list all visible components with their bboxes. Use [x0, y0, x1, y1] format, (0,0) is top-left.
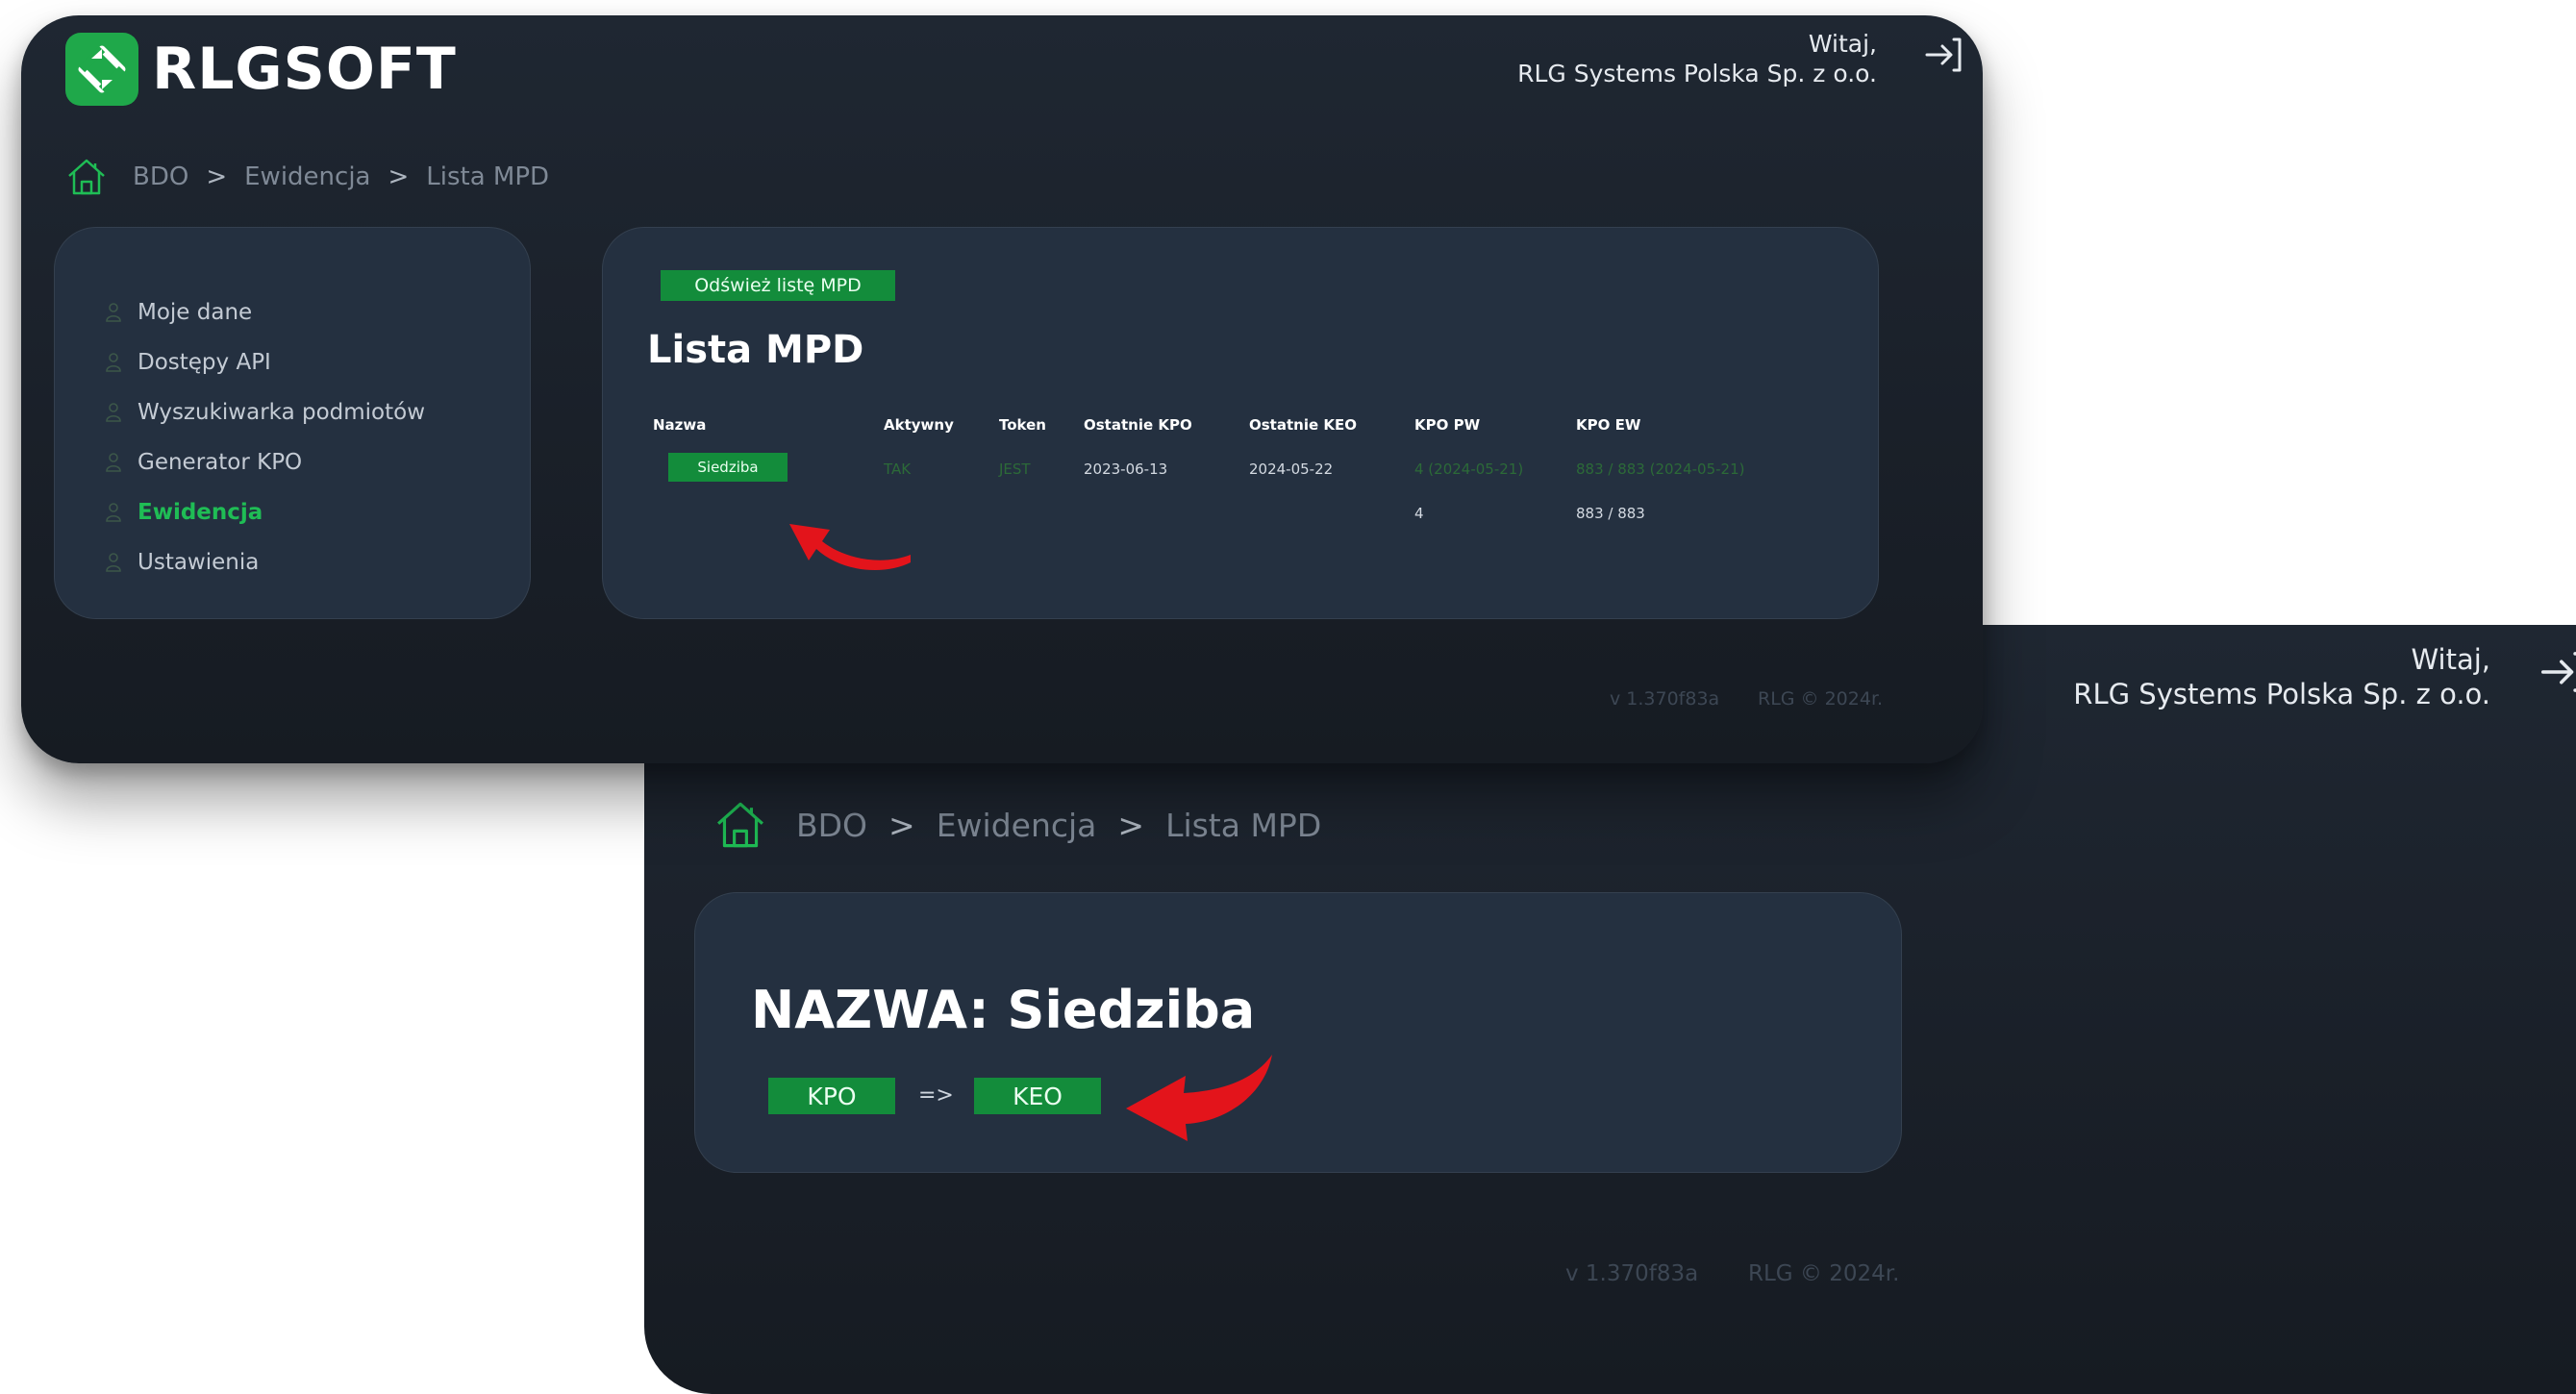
sidebar-item-label: Dostępy API — [138, 350, 271, 375]
mpd-detail-panel: NAZWA: Siedziba KPO => KEO — [694, 892, 1902, 1173]
home-icon[interactable] — [713, 798, 767, 852]
breadcrumb-bdo[interactable]: BDO — [133, 162, 188, 191]
version-label: v 1.370f83a — [1565, 1261, 1699, 1286]
summary-kpo-pw: 4 — [1414, 505, 1424, 522]
rlgsoft-logo[interactable]: RLGSOFT — [65, 33, 457, 106]
sidebar-item-generator-kpo[interactable]: Generator KPO — [103, 437, 425, 487]
breadcrumb-bdo[interactable]: BDO — [796, 807, 867, 844]
col-header-token: Token — [999, 416, 1046, 434]
breadcrumb: BDO > Ewidencja > Lista MPD — [65, 156, 549, 198]
user-icon — [103, 452, 124, 473]
cell-kpo-pw: 4 (2024-05-21) — [1414, 461, 1524, 478]
sidebar-item-ewidencja[interactable]: Ewidencja — [103, 487, 425, 537]
sidebar-item-dostepy-api[interactable]: Dostępy API — [103, 337, 425, 387]
kpo-keo-arrow: => — [918, 1083, 954, 1108]
cell-token: JEST — [999, 461, 1031, 478]
cell-ostatnie-keo: 2024-05-22 — [1249, 461, 1334, 478]
breadcrumb-separator: > — [206, 162, 228, 191]
sidebar-item-label: Wyszukiwarka podmiotów — [138, 400, 426, 425]
col-header-ostatnie-kpo: Ostatnie KPO — [1084, 416, 1192, 434]
logout-icon[interactable] — [2538, 648, 2576, 704]
sidebar-item-ustawienia[interactable]: Ustawienia — [103, 537, 425, 587]
user-greeting: Witaj, RLG Systems Polska Sp. z o.o. — [2073, 642, 2490, 711]
sidebar-item-label: Moje dane — [138, 300, 253, 325]
logout-icon[interactable] — [1923, 35, 1963, 83]
refresh-mpd-button[interactable]: Odśwież listę MPD — [661, 270, 895, 301]
col-header-ostatnie-keo: Ostatnie KEO — [1249, 416, 1357, 434]
breadcrumb-separator: > — [1117, 806, 1145, 844]
breadcrumb-lista-mpd: Lista MPD — [1165, 806, 1322, 844]
sidebar-item-label: Generator KPO — [138, 450, 303, 475]
breadcrumb-lista-mpd: Lista MPD — [426, 162, 550, 191]
breadcrumb-separator: > — [388, 162, 410, 191]
breadcrumb-ewidencja[interactable]: Ewidencja — [244, 162, 370, 191]
breadcrumb-separator: > — [888, 806, 915, 844]
sidebar-item-wyszukiwarka-podmiotow[interactable]: Wyszukiwarka podmiotów — [103, 387, 425, 437]
brand-name: RLGSOFT — [152, 36, 457, 103]
mpd-siedziba-button[interactable]: Siedziba — [668, 453, 788, 482]
version-label: v 1.370f83a — [1610, 688, 1720, 709]
user-icon — [103, 302, 124, 323]
user-icon — [103, 352, 124, 373]
col-header-aktywny: Aktywny — [884, 416, 954, 434]
cell-kpo-ew: 883 / 883 (2024-05-21) — [1576, 461, 1745, 478]
app-window-list-mpd: RLGSOFT Witaj, RLG Systems Polska Sp. z … — [21, 15, 1983, 763]
home-icon[interactable] — [65, 156, 108, 198]
copyright-label: RLG © 2024r. — [1758, 688, 1884, 709]
user-icon — [103, 502, 124, 523]
keo-button[interactable]: KEO — [974, 1078, 1101, 1114]
greeting-text: Witaj, — [1808, 30, 1877, 58]
company-name: RLG Systems Polska Sp. z o.o. — [1517, 60, 1877, 87]
sidebar-item-label: Ewidencja — [138, 500, 263, 525]
annotation-arrow-icon — [789, 524, 911, 571]
user-greeting: Witaj, RLG Systems Polska Sp. z o.o. — [1517, 29, 1877, 88]
user-icon — [103, 402, 124, 423]
sidebar: Moje dane Dostępy API Wyszukiwarka podmi… — [54, 227, 531, 619]
company-name: RLG Systems Polska Sp. z o.o. — [2073, 678, 2490, 710]
mpd-list-panel: Odśwież listę MPD Lista MPD Nazwa Aktywn… — [602, 227, 1879, 619]
cell-aktywny: TAK — [884, 461, 912, 478]
col-header-kpo-pw: KPO PW — [1414, 416, 1481, 434]
summary-kpo-ew: 883 / 883 — [1576, 505, 1645, 522]
page-title: Lista MPD — [647, 328, 864, 372]
breadcrumb-ewidencja[interactable]: Ewidencja — [937, 807, 1097, 844]
detail-title: NAZWA: Siedziba — [751, 980, 1256, 1040]
kpo-button[interactable]: KPO — [768, 1078, 895, 1114]
user-icon — [103, 552, 124, 573]
greeting-text: Witaj, — [2411, 643, 2490, 676]
sidebar-item-moje-dane[interactable]: Moje dane — [103, 287, 425, 337]
col-header-nazwa: Nazwa — [653, 416, 707, 434]
logo-icon — [65, 33, 138, 106]
col-header-kpo-ew: KPO EW — [1576, 416, 1641, 434]
sidebar-item-label: Ustawienia — [138, 550, 260, 575]
breadcrumb: BDO > Ewidencja > Lista MPD — [713, 798, 1321, 852]
copyright-label: RLG © 2024r. — [1748, 1261, 1900, 1286]
cell-ostatnie-kpo: 2023-06-13 — [1084, 461, 1168, 478]
annotation-arrow-icon — [1126, 1055, 1272, 1141]
